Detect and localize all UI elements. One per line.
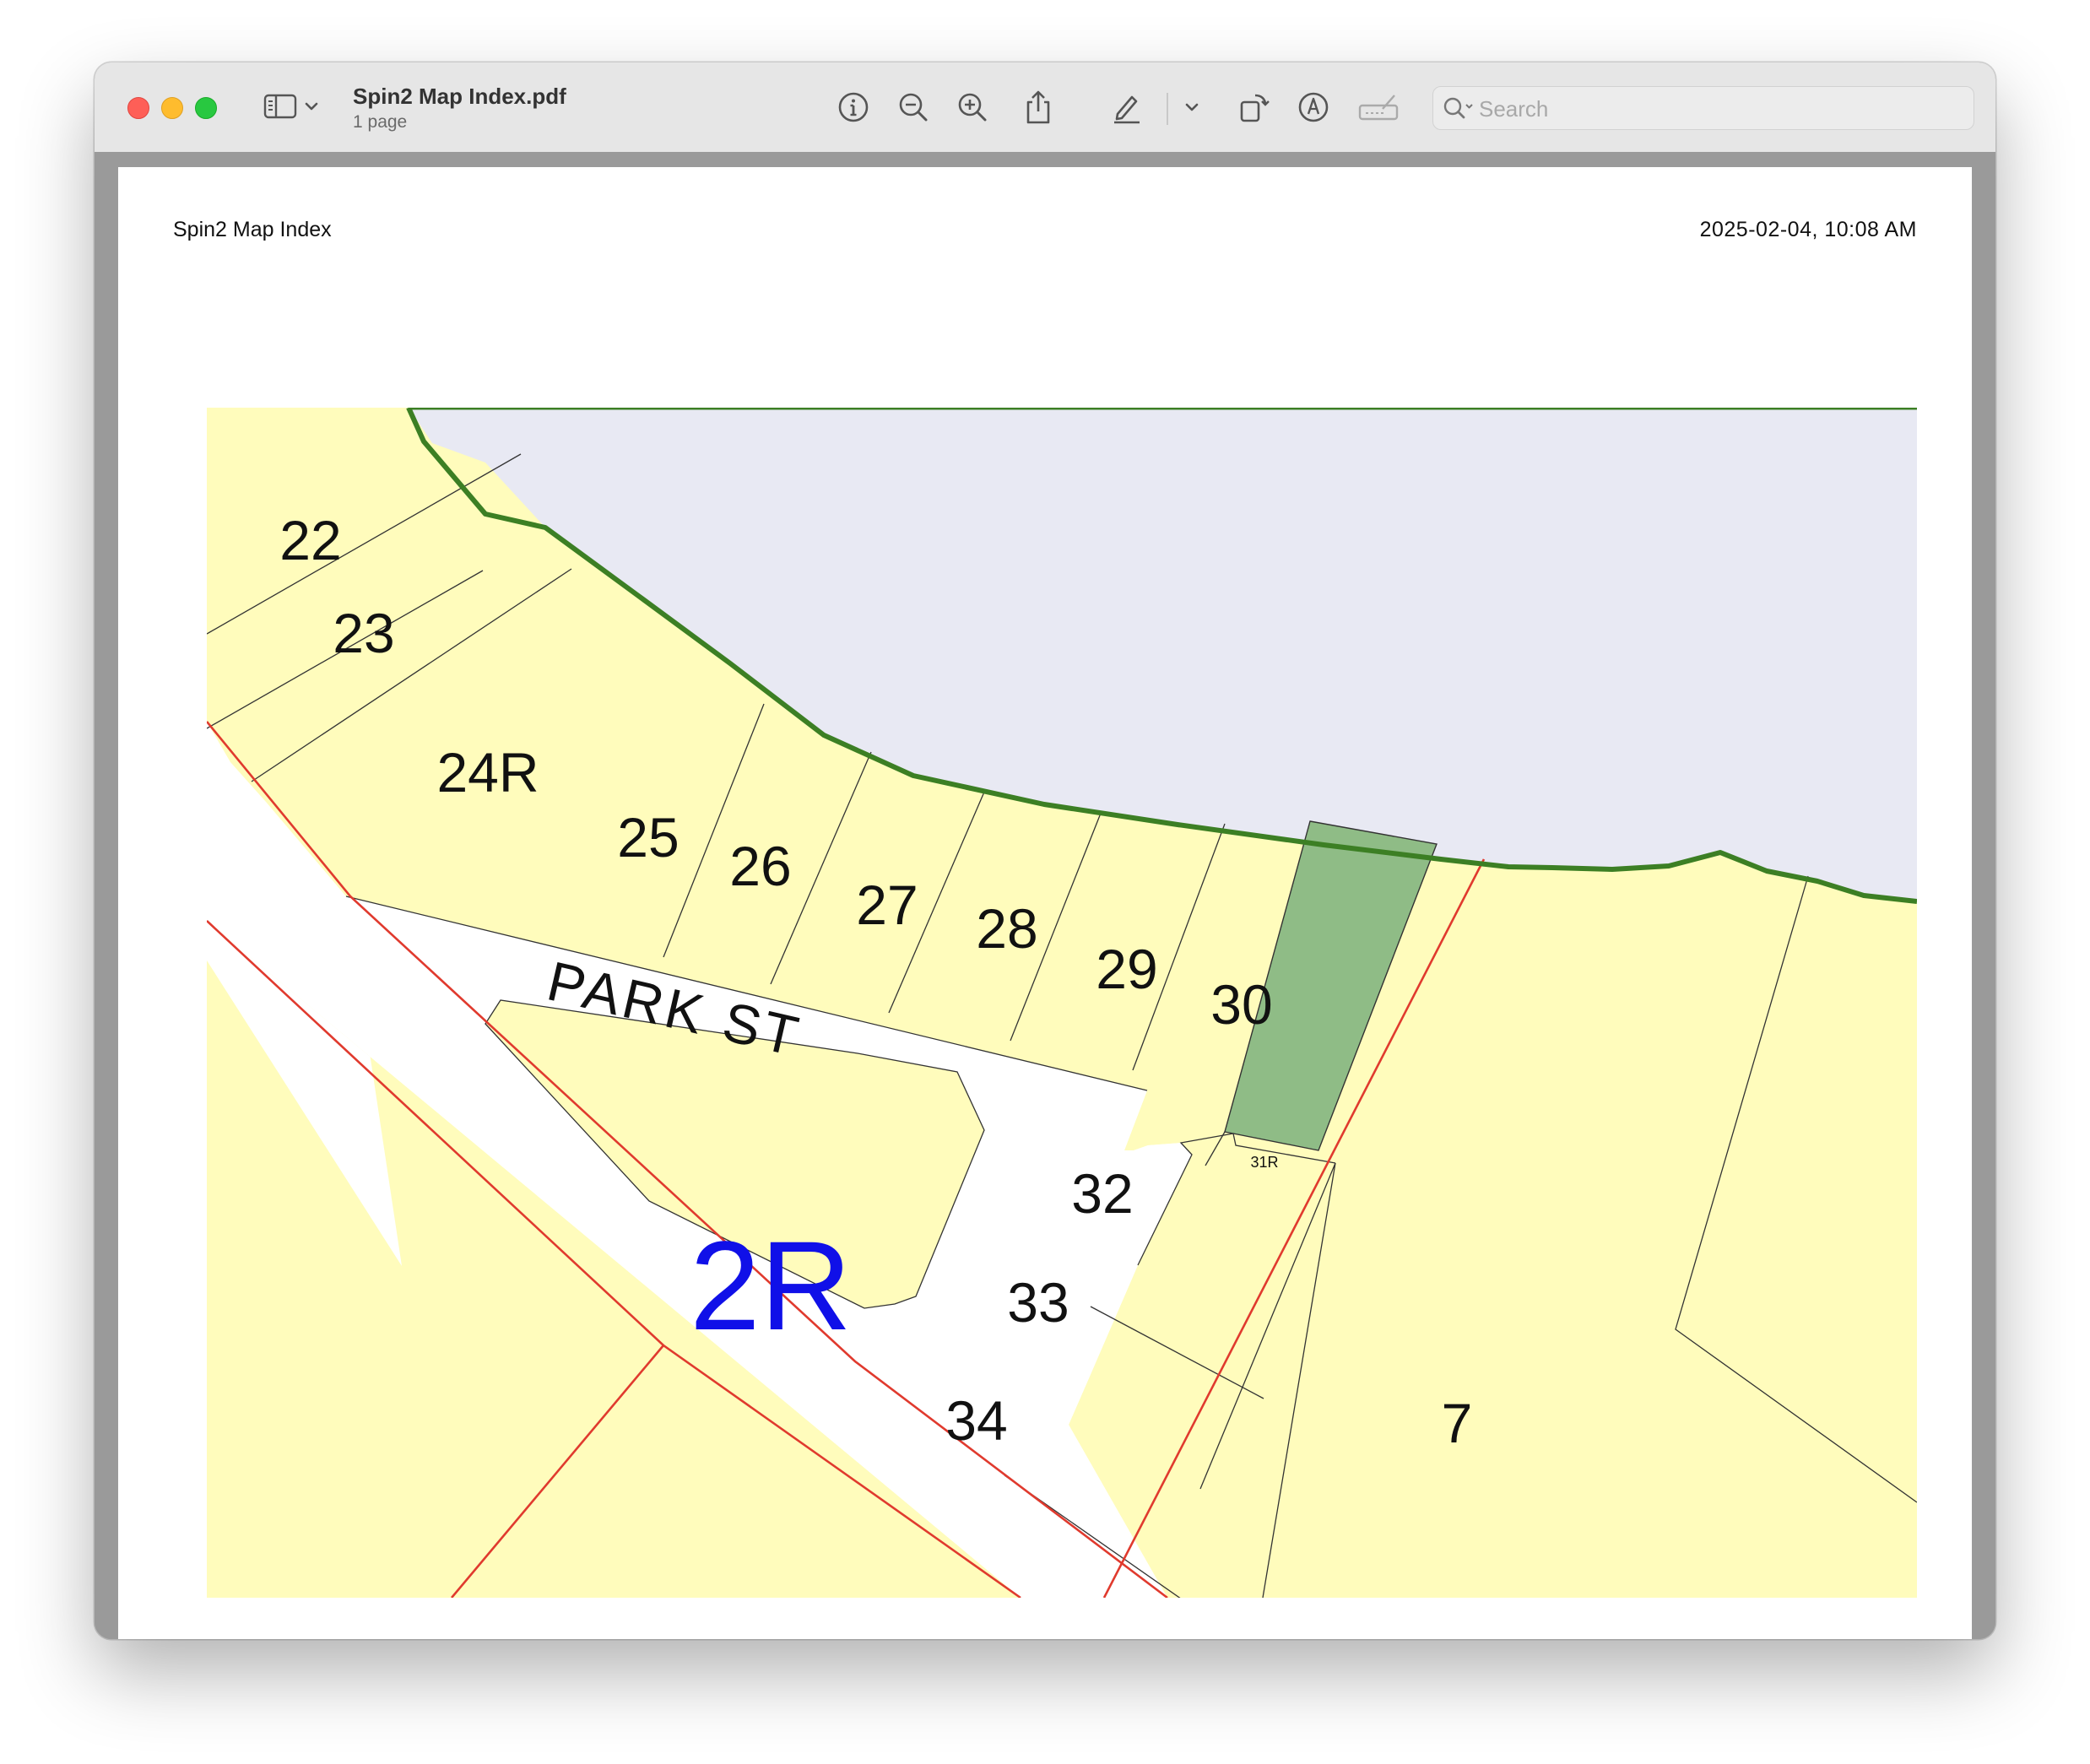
block-2r-label: 2R — [690, 1215, 852, 1356]
signature-button[interactable] — [1357, 88, 1400, 127]
markup-icon — [1297, 90, 1330, 124]
zoom-out-icon — [896, 90, 930, 124]
lot-29-label: 29 — [1096, 938, 1157, 1000]
lot-25-label: 25 — [617, 806, 679, 868]
document-viewer[interactable]: Spin2 Map Index 2025-02-04, 10:08 AM 22 … — [95, 152, 1995, 1639]
highlight-pen-icon — [1109, 90, 1143, 124]
close-button[interactable] — [127, 97, 149, 119]
rotate-icon — [1237, 90, 1270, 124]
zoom-in-button[interactable] — [953, 88, 992, 127]
share-button[interactable] — [1019, 88, 1058, 127]
page-count: 1 page — [353, 111, 408, 132]
zoom-in-icon — [956, 90, 989, 124]
lot-27-label: 27 — [856, 874, 918, 936]
lot-34-label: 34 — [945, 1389, 1007, 1452]
zoom-button[interactable] — [195, 97, 217, 119]
info-icon — [837, 90, 870, 124]
signature-icon — [1357, 90, 1400, 124]
lot-22-label: 22 — [279, 509, 341, 571]
search-input[interactable] — [1477, 94, 1953, 124]
lot-7-label: 7 — [1442, 1392, 1473, 1454]
title-bar: Spin2 Map Index.pdf 1 page — [95, 62, 1995, 154]
rotate-button[interactable] — [1234, 88, 1273, 127]
lot-28-label: 28 — [976, 897, 1037, 960]
document-title: Spin2 Map Index.pdf — [353, 84, 566, 109]
markup-button[interactable] — [1294, 88, 1333, 127]
highlight-button[interactable] — [1107, 88, 1145, 127]
lot-24r-label: 24R — [436, 741, 539, 804]
share-icon — [1021, 89, 1055, 126]
lot-30-label: 30 — [1210, 973, 1272, 1036]
page-header-title: Spin2 Map Index — [173, 218, 332, 241]
minimize-button[interactable] — [161, 97, 183, 119]
zoom-out-button[interactable] — [894, 88, 933, 127]
toolbar-divider — [1167, 93, 1168, 125]
parcel-map: 22 23 24R 25 26 27 28 29 30 31R 32 33 34… — [207, 408, 1917, 1598]
sidebar-toggle-button[interactable] — [263, 91, 324, 125]
sidebar-icon — [263, 94, 297, 123]
lot-26-label: 26 — [729, 835, 791, 897]
highlight-options-button[interactable] — [1172, 88, 1211, 127]
document-title-block: Spin2 Map Index.pdf 1 page — [353, 84, 566, 132]
lot-33-label: 33 — [1007, 1271, 1069, 1334]
search-icon — [1442, 95, 1475, 127]
preview-window: Spin2 Map Index.pdf 1 page Search Spin2 … — [95, 62, 1995, 1639]
chevron-down-icon — [1184, 102, 1199, 112]
chevron-down-icon — [304, 100, 319, 116]
page-header-timestamp: 2025-02-04, 10:08 AM — [1699, 218, 1917, 241]
lot-23-label: 23 — [333, 602, 394, 664]
pdf-page: Spin2 Map Index 2025-02-04, 10:08 AM 22 … — [118, 167, 1972, 1639]
lot-32-label: 32 — [1071, 1162, 1133, 1225]
search-field[interactable] — [1432, 86, 1974, 130]
lot-31r-label: 31R — [1250, 1154, 1278, 1171]
info-button[interactable] — [834, 88, 873, 127]
